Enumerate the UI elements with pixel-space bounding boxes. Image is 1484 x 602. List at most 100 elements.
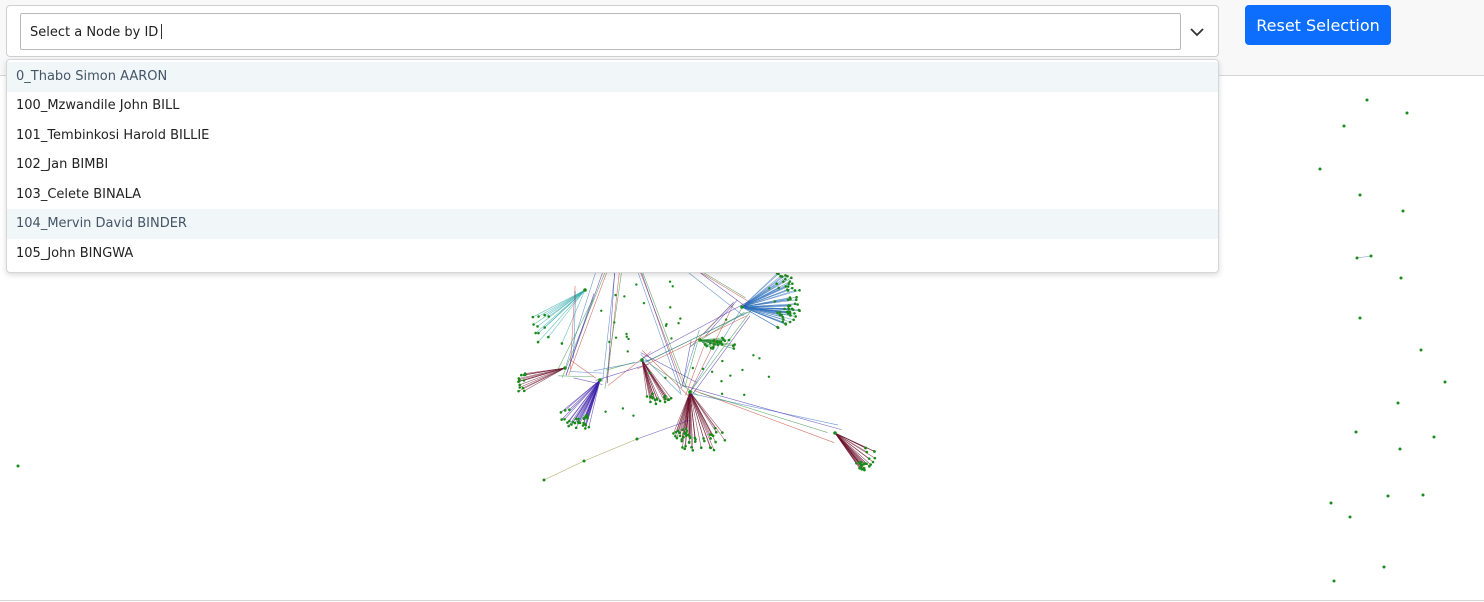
graph-node[interactable] xyxy=(718,340,722,344)
graph-node[interactable] xyxy=(691,366,695,370)
graph-node[interactable] xyxy=(787,307,791,310)
graph-node[interactable] xyxy=(778,313,782,317)
graph-node[interactable] xyxy=(522,373,526,377)
graph-node[interactable] xyxy=(790,286,794,290)
graph-node[interactable] xyxy=(532,323,535,326)
graph-node[interactable] xyxy=(787,304,790,308)
graph-node[interactable] xyxy=(784,285,788,288)
graph-node[interactable] xyxy=(682,435,685,439)
graph-node[interactable] xyxy=(768,287,771,290)
node-select[interactable]: Select a Node by ID xyxy=(6,5,1219,57)
graph-node[interactable] xyxy=(752,354,755,357)
graph-node[interactable] xyxy=(793,289,797,292)
graph-node[interactable] xyxy=(786,289,790,292)
graph-node[interactable] xyxy=(716,343,720,347)
graph-node[interactable] xyxy=(662,395,666,399)
graph-node[interactable] xyxy=(1369,254,1373,258)
graph-node[interactable] xyxy=(640,358,644,362)
graph-node[interactable] xyxy=(722,338,725,341)
graph-node[interactable] xyxy=(1432,435,1436,439)
graph-node[interactable] xyxy=(797,308,801,312)
graph-node[interactable] xyxy=(521,386,525,390)
graph-node[interactable] xyxy=(855,461,858,465)
graph-node[interactable] xyxy=(570,423,573,426)
graph-node[interactable] xyxy=(795,295,798,299)
graph-node[interactable] xyxy=(776,326,780,330)
graph-node[interactable] xyxy=(522,379,526,382)
graph-node[interactable] xyxy=(698,338,702,342)
graph-node[interactable] xyxy=(714,440,717,444)
graph-node[interactable] xyxy=(724,318,728,321)
graph-node[interactable] xyxy=(1382,565,1386,569)
graph-node[interactable] xyxy=(1355,256,1359,260)
graph-node[interactable] xyxy=(543,326,547,329)
graph-node[interactable] xyxy=(563,417,566,421)
graph-node[interactable] xyxy=(873,456,877,460)
graph-node[interactable] xyxy=(574,426,578,430)
graph-node[interactable] xyxy=(559,411,563,414)
graph-node[interactable] xyxy=(688,390,692,394)
graph-node[interactable] xyxy=(536,340,540,344)
graph-node[interactable] xyxy=(649,400,652,404)
graph-node[interactable] xyxy=(674,430,678,434)
graph-node[interactable] xyxy=(584,427,587,430)
graph-node[interactable] xyxy=(567,424,570,428)
graph-node[interactable] xyxy=(585,413,589,417)
graph-node[interactable] xyxy=(623,295,626,298)
graph-node[interactable] xyxy=(793,302,797,306)
graph-node[interactable] xyxy=(708,433,712,436)
graph-node[interactable] xyxy=(560,418,563,421)
graph-node[interactable] xyxy=(670,337,673,340)
graph-node[interactable] xyxy=(1405,111,1409,115)
graph-node[interactable] xyxy=(681,428,684,432)
graph-node[interactable] xyxy=(625,332,628,336)
graph-node[interactable] xyxy=(678,431,681,435)
graph-node[interactable] xyxy=(782,280,785,283)
graph-node[interactable] xyxy=(522,389,526,393)
graph-node[interactable] xyxy=(796,303,799,306)
graph-node[interactable] xyxy=(654,402,658,406)
graph-node[interactable] xyxy=(517,380,520,384)
graph-node[interactable] xyxy=(776,311,779,315)
graph-node[interactable] xyxy=(574,417,578,420)
graph-node[interactable] xyxy=(699,446,703,449)
graph-node[interactable] xyxy=(1342,124,1346,128)
graph-node[interactable] xyxy=(687,440,691,444)
graph-node[interactable] xyxy=(604,410,607,413)
graph-node[interactable] xyxy=(860,464,863,468)
graph-node[interactable] xyxy=(645,395,649,398)
graph-node[interactable] xyxy=(727,338,731,342)
graph-node[interactable] xyxy=(1332,579,1336,583)
graph-node[interactable] xyxy=(664,376,667,380)
graph-node[interactable] xyxy=(741,368,744,372)
graph-node[interactable] xyxy=(689,436,692,440)
graph-node[interactable] xyxy=(613,321,616,324)
graph-node[interactable] xyxy=(655,397,659,400)
graph-node[interactable] xyxy=(715,339,719,343)
graph-node[interactable] xyxy=(648,371,652,375)
graph-node[interactable] xyxy=(560,342,564,345)
graph-node[interactable] xyxy=(678,434,682,438)
graph-node[interactable] xyxy=(1348,515,1352,519)
graph-node[interactable] xyxy=(663,400,667,404)
graph-node[interactable] xyxy=(791,282,794,285)
graph-node[interactable] xyxy=(788,296,792,299)
graph-node[interactable] xyxy=(864,446,868,450)
graph-node[interactable] xyxy=(586,416,589,420)
graph-node[interactable] xyxy=(778,310,782,314)
graph-node[interactable] xyxy=(703,439,706,443)
graph-node[interactable] xyxy=(675,436,679,440)
graph-node[interactable] xyxy=(786,311,790,314)
graph-node[interactable] xyxy=(547,335,550,339)
graph-node[interactable] xyxy=(793,312,796,315)
graph-node[interactable] xyxy=(798,288,801,292)
graph-node[interactable] xyxy=(1398,447,1402,451)
graph-node[interactable] xyxy=(632,414,635,417)
dropdown-option[interactable]: 102_Jan BIMBI xyxy=(7,150,1218,180)
graph-node[interactable] xyxy=(582,459,586,463)
graph-node[interactable] xyxy=(681,446,684,449)
graph-node[interactable] xyxy=(578,421,582,425)
graph-node[interactable] xyxy=(684,427,688,431)
graph-node[interactable] xyxy=(790,307,794,311)
dropdown-option[interactable]: 104_Mervin David BINDER xyxy=(7,209,1218,239)
